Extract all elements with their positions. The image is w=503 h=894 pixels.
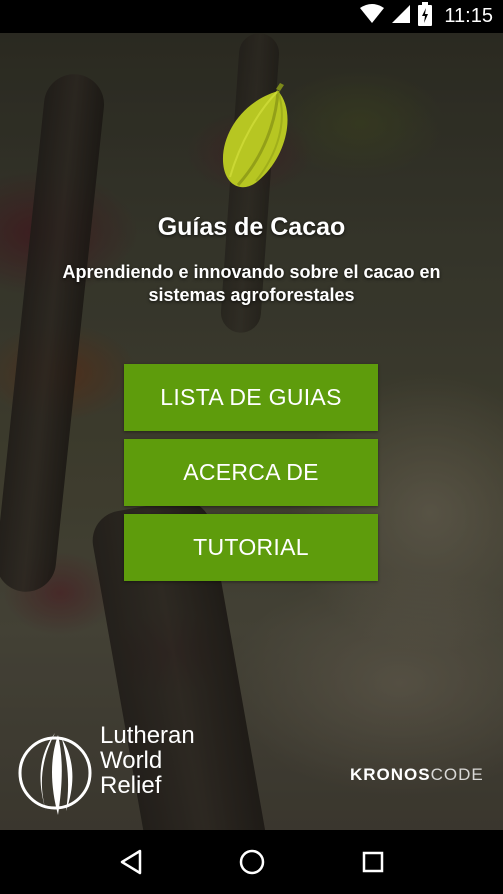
battery-icon (418, 2, 433, 31)
status-time: 11:15 (444, 5, 493, 27)
tutorial-button[interactable]: TUTORIAL (124, 514, 378, 581)
navigation-bar (0, 830, 503, 894)
home-screen: Guías de Cacao Aprendiendo e innovando s… (0, 33, 503, 830)
signal-icon (392, 4, 411, 29)
recents-icon[interactable] (353, 842, 393, 882)
cacao-pod-icon (218, 81, 290, 191)
app-subtitle: Aprendiendo e innovando sobre el cacao e… (62, 262, 441, 305)
code-text: CODE (430, 765, 484, 784)
lwr-line1: Lutheran (100, 722, 195, 749)
app-title: Guías de Cacao (157, 213, 346, 241)
status-bar: 11:15 (0, 0, 503, 33)
lwr-line2: World (100, 747, 163, 774)
acerca-de-button[interactable]: ACERCA DE (124, 439, 378, 506)
kronoscode-logo: KRONOSCODE (350, 765, 484, 785)
lwr-line3: Relief (100, 772, 162, 799)
lutheran-world-relief-logo: Lutheran World Relief (18, 723, 195, 823)
wifi-icon (360, 4, 385, 29)
lista-de-guias-button[interactable]: LISTA DE GUIAS (124, 364, 378, 431)
lwr-flame-icon (18, 733, 92, 815)
kronos-text: KRONOS (350, 765, 431, 784)
home-icon[interactable] (232, 842, 272, 882)
back-icon[interactable] (111, 842, 151, 882)
